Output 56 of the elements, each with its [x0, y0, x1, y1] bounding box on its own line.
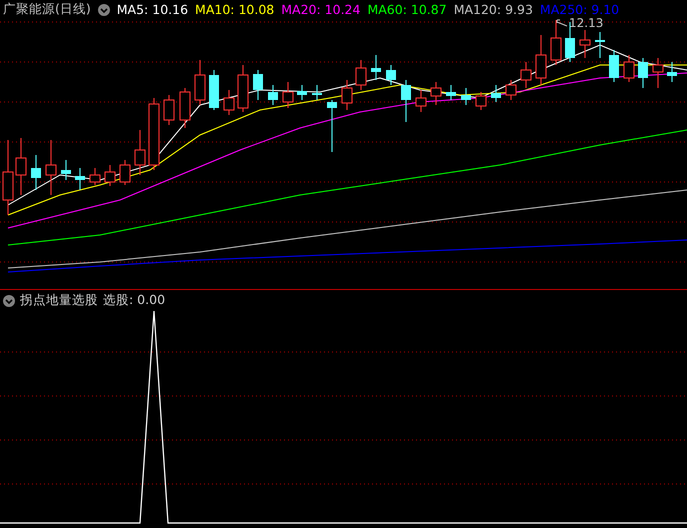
candlestick: [371, 54, 381, 80]
candlestick: [416, 90, 426, 112]
candlestick: [667, 62, 677, 82]
moving-average-value: MA60: 10.87: [367, 2, 447, 17]
candlestick: [268, 84, 278, 106]
moving-average-value: MA20: 10.24: [281, 2, 360, 17]
candlestick: [624, 54, 634, 82]
candlestick: [652, 58, 664, 88]
moving-average-value: MA10: 10.08: [195, 2, 274, 17]
candlestick: [491, 84, 501, 102]
peak-price-label: 12.13: [569, 16, 604, 30]
candlestick: [209, 70, 219, 110]
candlestick: [536, 34, 546, 86]
candlestick: [61, 160, 71, 180]
candlestick: [180, 88, 190, 128]
moving-average-value: MA5: 10.16: [116, 2, 188, 17]
candlestick: [224, 90, 234, 116]
candlestick: [104, 164, 116, 186]
candlestick: [550, 20, 562, 66]
candlestick: [638, 58, 648, 88]
indicator-title: 拐点地量选股: [20, 292, 98, 309]
candlestick: [297, 84, 307, 100]
candlestick: [31, 154, 41, 190]
candlestick: [120, 160, 130, 186]
candlestick: [312, 84, 322, 100]
moving-average-value: MA120: 9.93: [454, 2, 533, 17]
candlestick: [75, 168, 85, 190]
candlestick: [16, 138, 26, 196]
collapse-icon[interactable]: [98, 4, 110, 16]
candlestick: [520, 62, 532, 88]
collapse-icon[interactable]: [3, 294, 15, 306]
peak-marker-icon: [556, 19, 568, 27]
candlestick: [461, 88, 471, 106]
candlestick: [90, 168, 100, 186]
candlestick: [356, 60, 366, 90]
candlestick: [46, 140, 56, 196]
chart-title: 广聚能源(日线): [3, 1, 91, 18]
candlestick: [386, 64, 396, 86]
moving-average-value: MA250: 9.10: [540, 2, 620, 17]
candlestick: [327, 100, 337, 152]
candlestick: [253, 70, 263, 100]
candlestick: [194, 60, 206, 106]
candlestick: [580, 30, 590, 58]
candlestick: [595, 32, 605, 58]
indicator-value: 选股: 0.00: [103, 292, 166, 309]
candlestick: [164, 94, 174, 126]
candlestick: [446, 84, 456, 100]
candlestick: [238, 64, 248, 112]
candlestick: [609, 50, 619, 82]
candlestick: [401, 80, 411, 122]
candlestick: [342, 80, 352, 110]
candlestick: [134, 130, 146, 176]
candlestick: [506, 80, 516, 100]
candlestick: [476, 92, 486, 110]
candlestick: [430, 82, 442, 106]
candlestick: [282, 82, 294, 108]
